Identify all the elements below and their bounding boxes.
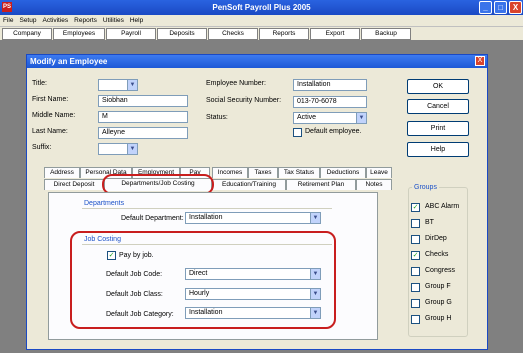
group-g-checkbox[interactable] xyxy=(411,299,420,308)
chevron-down-icon: ▼ xyxy=(310,213,320,223)
tab-education-training[interactable]: Education/Training xyxy=(212,179,286,190)
default-department-combo[interactable]: Installation ▼ xyxy=(185,212,321,224)
chevron-down-icon: ▼ xyxy=(127,144,137,154)
default-department-label: Default Department: xyxy=(121,215,184,222)
ok-button[interactable]: OK xyxy=(407,79,469,94)
middle-name-label: Middle Name: xyxy=(32,112,76,119)
menu-setup[interactable]: Setup xyxy=(16,15,39,26)
employee-number-label: Employee Number: xyxy=(206,80,266,87)
group-h-checkbox[interactable] xyxy=(411,315,420,324)
job-costing-highlight xyxy=(70,231,336,329)
chevron-down-icon: ▼ xyxy=(127,80,137,90)
first-name-field[interactable]: Siobhan xyxy=(98,95,188,107)
maximize-button[interactable]: □ xyxy=(494,1,507,14)
menu-utilities[interactable]: Utilities xyxy=(100,15,127,26)
tab-tax-status[interactable]: Tax Status xyxy=(278,167,320,178)
tab-address[interactable]: Address xyxy=(44,167,80,178)
group-g-label: Group G xyxy=(425,299,452,306)
toolbar-payroll-button[interactable]: Payroll xyxy=(106,28,156,40)
chevron-down-icon: ▼ xyxy=(356,113,366,123)
last-name-label: Last Name: xyxy=(32,128,68,135)
close-button[interactable]: X xyxy=(509,1,522,14)
group-congress-label: Congress xyxy=(425,267,455,274)
dialog-close-icon[interactable]: X xyxy=(475,56,485,66)
tab-deductions[interactable]: Deductions xyxy=(320,167,366,178)
toolbar-deposits-button[interactable]: Deposits xyxy=(157,28,207,40)
suffix-combo[interactable]: ▼ xyxy=(98,143,138,155)
middle-name-field[interactable]: M xyxy=(98,111,188,123)
group-f-checkbox[interactable] xyxy=(411,283,420,292)
menu-file[interactable]: File xyxy=(0,15,16,26)
tab-direct-deposit[interactable]: Direct Deposit xyxy=(44,179,104,190)
tab-notes[interactable]: Notes xyxy=(356,179,392,190)
default-employee-checkbox[interactable] xyxy=(293,128,302,137)
help-button[interactable]: Help xyxy=(407,142,469,157)
print-button[interactable]: Print xyxy=(407,121,469,136)
menu-reports[interactable]: Reports xyxy=(71,15,100,26)
suffix-label: Suffix: xyxy=(32,144,52,151)
status-combo[interactable]: Active ▼ xyxy=(293,112,367,124)
toolbar-employees-button[interactable]: Employees xyxy=(53,28,105,40)
group-checks-checkbox[interactable]: ✓ xyxy=(411,251,420,260)
tab-retirement-plan[interactable]: Retirement Plan xyxy=(286,179,356,190)
group-abc-alarm-label: ABC Alarm xyxy=(425,203,460,210)
menu-help[interactable]: Help xyxy=(127,15,146,26)
cancel-button[interactable]: Cancel xyxy=(407,99,469,114)
group-h-label: Group H xyxy=(425,315,452,322)
departments-divider xyxy=(82,208,332,209)
group-bt-label: BT xyxy=(425,219,434,226)
last-name-field[interactable]: Alleyne xyxy=(98,127,188,139)
toolbar: Company Employees Payroll Deposits Check… xyxy=(0,27,523,41)
minimize-button[interactable]: _ xyxy=(479,1,492,14)
first-name-label: First Name: xyxy=(32,96,69,103)
groups-title: Groups xyxy=(412,184,439,191)
employee-number-field[interactable]: Installation xyxy=(293,79,367,91)
title-combo[interactable]: ▼ xyxy=(98,79,138,91)
ssn-field[interactable]: 013-70-6078 xyxy=(293,96,367,108)
toolbar-export-button[interactable]: Export xyxy=(310,28,360,40)
group-dirdep-label: DirDep xyxy=(425,235,447,242)
menu-bar: File Setup Activities Reports Utilities Help xyxy=(0,15,523,27)
ssn-label: Social Security Number: xyxy=(206,97,282,104)
app-title: PenSoft Payroll Plus 2005 xyxy=(212,3,311,12)
tab-leave[interactable]: Leave xyxy=(366,167,392,178)
title-label: Title: xyxy=(32,80,47,87)
toolbar-reports-button[interactable]: Reports xyxy=(259,28,309,40)
menu-activities[interactable]: Activities xyxy=(39,15,71,26)
group-congress-checkbox[interactable] xyxy=(411,267,420,276)
tab-incomes[interactable]: Incomes xyxy=(212,167,248,178)
app-titlebar: PS PenSoft Payroll Plus 2005 _ □ X xyxy=(0,0,523,15)
status-label: Status: xyxy=(206,114,228,121)
tab-taxes[interactable]: Taxes xyxy=(248,167,278,178)
toolbar-backup-button[interactable]: Backup xyxy=(361,28,411,40)
group-checks-label: Checks xyxy=(425,251,449,258)
dialog-title: Modify an Employee xyxy=(27,55,487,68)
group-abc-alarm-checkbox[interactable]: ✓ xyxy=(411,203,420,212)
toolbar-checks-button[interactable]: Checks xyxy=(208,28,258,40)
group-bt-checkbox[interactable] xyxy=(411,219,420,228)
group-dirdep-checkbox[interactable] xyxy=(411,235,420,244)
toolbar-company-button[interactable]: Company xyxy=(2,28,52,40)
default-employee-label: Default employee. xyxy=(305,128,362,135)
group-f-label: Group F xyxy=(425,283,451,290)
departments-section-title: Departments xyxy=(84,200,125,207)
